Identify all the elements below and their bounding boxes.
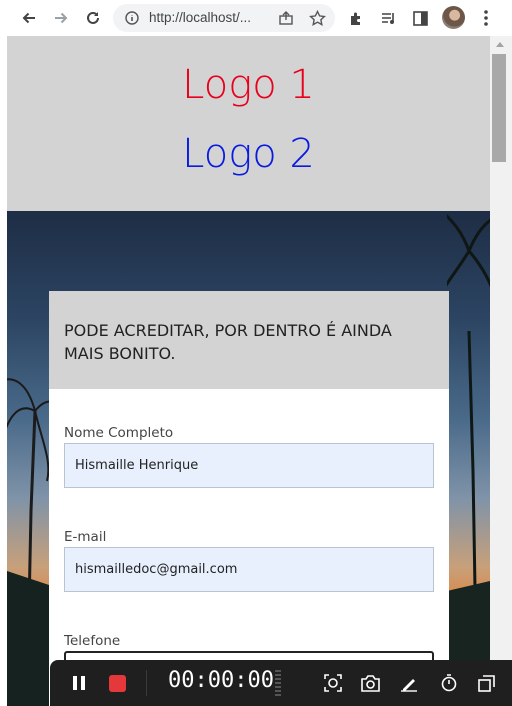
star-icon — [308, 9, 326, 26]
timer-button[interactable] — [434, 660, 464, 706]
arrow-right-icon — [55, 12, 68, 24]
sidebar-button[interactable] — [408, 6, 432, 30]
email-label: E-mail — [64, 529, 107, 545]
scrollbar[interactable] — [490, 36, 512, 706]
phone-label: Telefone — [64, 633, 121, 649]
form-header: PODE ACREDITAR, POR DENTRO É AINDA MAIS … — [49, 291, 449, 389]
recording-timer: 00:00:00 — [168, 668, 274, 693]
extensions-icon — [350, 12, 360, 25]
sidebar-icon — [412, 10, 428, 26]
contact-form-card: PODE ACREDITAR, POR DENTRO É AINDA MAIS … — [49, 291, 449, 706]
stop-record-icon — [108, 674, 126, 692]
kebab-menu-icon — [484, 10, 488, 26]
media-button[interactable] — [376, 6, 400, 30]
pause-icon — [73, 676, 85, 690]
stopwatch-icon — [441, 674, 457, 692]
annotate-button[interactable] — [394, 660, 424, 706]
stop-button[interactable] — [102, 660, 132, 706]
media-icon — [381, 12, 394, 24]
url-text: http://localhost/... — [149, 10, 252, 25]
browser-toolbar: http://localhost/... — [0, 0, 512, 36]
crop-region-icon — [324, 674, 342, 692]
divider — [146, 670, 147, 696]
forward-button[interactable] — [49, 6, 73, 30]
reload-icon — [87, 11, 99, 24]
arrow-left-icon — [22, 12, 35, 24]
extensions-button[interactable] — [344, 6, 368, 30]
logo-2[interactable]: Logo 2 — [7, 131, 490, 177]
site-header: Logo 1 Logo 2 — [7, 36, 490, 211]
drag-handle[interactable] — [275, 670, 281, 696]
share-button[interactable] — [274, 6, 298, 30]
palm-tree-right — [447, 213, 490, 706]
name-label: Nome Completo — [64, 425, 174, 441]
avatar[interactable] — [442, 6, 465, 29]
region-select-button[interactable] — [318, 660, 348, 706]
minimize-window-icon — [477, 674, 495, 692]
email-input[interactable]: hismailledoc@gmail.com — [64, 547, 434, 592]
back-button[interactable] — [17, 6, 41, 30]
page-viewport: Logo 1 Logo 2 PODE ACREDITAR, POR DENTRO… — [0, 36, 512, 706]
address-bar[interactable]: http://localhost/... — [113, 4, 335, 32]
pause-button[interactable] — [64, 660, 94, 706]
scroll-thumb[interactable] — [492, 54, 506, 162]
minimize-button[interactable] — [471, 660, 501, 706]
name-input[interactable]: Hismaille Henrique — [64, 443, 434, 488]
screen-recorder-bar: 00:00:00 — [50, 660, 512, 706]
info-icon — [125, 11, 139, 25]
menu-button[interactable] — [474, 6, 498, 30]
form-title: PODE ACREDITAR, POR DENTRO É AINDA MAIS … — [64, 321, 392, 363]
bookmark-button[interactable] — [305, 6, 329, 30]
reload-button[interactable] — [81, 6, 105, 30]
screenshot-button[interactable] — [355, 660, 385, 706]
pen-icon — [401, 679, 417, 692]
scroll-up-arrow-icon[interactable] — [496, 42, 504, 47]
page: Logo 1 Logo 2 PODE ACREDITAR, POR DENTRO… — [7, 36, 490, 706]
camera-icon — [360, 674, 380, 692]
logo-1[interactable]: Logo 1 — [7, 62, 490, 108]
share-icon — [279, 11, 293, 25]
